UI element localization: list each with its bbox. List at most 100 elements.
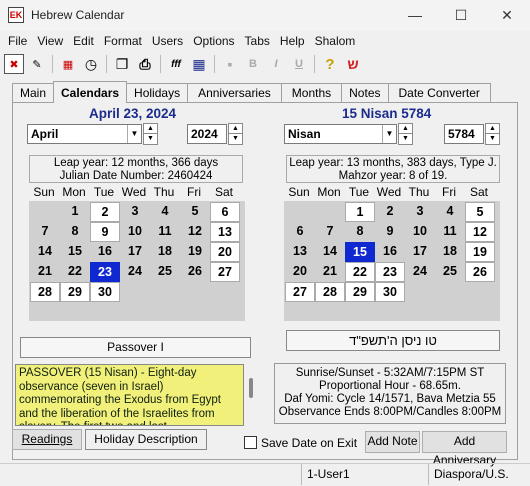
menu-users[interactable]: Users [148,34,187,48]
hebrew-day-cell[interactable]: 2 [375,202,405,222]
gregorian-day-cell[interactable]: 15 [60,242,90,262]
hebrew-day-cell[interactable]: 13 [285,242,315,262]
tab-anniversaries[interactable]: Anniversaries [187,83,282,103]
wand-icon[interactable]: ✎ [27,54,47,74]
gregorian-day-cell[interactable]: 3 [120,202,150,222]
minimize-button[interactable]: — [392,0,438,31]
hebrew-day-cell[interactable]: 19 [465,242,495,262]
gregorian-day-cell[interactable]: 7 [30,222,60,242]
tab-date-converter[interactable]: Date Converter [387,83,491,103]
gregorian-day-cell[interactable]: 2 [90,202,120,222]
gregorian-day-cell[interactable]: 9 [90,222,120,242]
gregorian-day-cell[interactable]: 19 [180,242,210,262]
gregorian-day-cell[interactable]: 17 [120,242,150,262]
close-button[interactable]: ✕ [484,0,530,31]
help-icon[interactable]: ? [320,54,340,74]
hebrew-day-cell[interactable]: 11 [435,222,465,242]
gregorian-day-cell[interactable]: 1 [60,202,90,222]
chevron-down-icon[interactable]: ▼ [382,125,396,143]
menu-view[interactable]: View [33,34,67,48]
gregorian-day-cell[interactable]: 5 [180,202,210,222]
gregorian-day-cell[interactable]: 22 [60,262,90,282]
print-icon[interactable]: ⎙ [135,54,155,74]
hebrew-day-cell[interactable]: 7 [315,222,345,242]
chevron-down-icon[interactable]: ▼ [127,125,141,143]
hebrew-day-cell[interactable]: 29 [345,282,375,302]
spin-up-icon[interactable]: ▲ [399,124,412,134]
hebrew-day-cell[interactable]: 6 [285,222,315,242]
gregorian-day-cell[interactable]: 4 [150,202,180,222]
shalom-icon[interactable]: ש [343,54,363,74]
gregorian-day-cell[interactable]: 27 [210,262,240,282]
tab-main[interactable]: Main [12,83,55,103]
copy-icon[interactable]: ❐ [112,54,132,74]
gregorian-day-cell[interactable]: 8 [60,222,90,242]
menu-edit[interactable]: Edit [69,34,98,48]
tab-notes[interactable]: Notes [341,83,389,103]
spin-up-icon[interactable]: ▲ [486,124,499,134]
add-note-button[interactable]: Add Note [365,431,420,453]
hebrew-day-cell[interactable]: 3 [405,202,435,222]
hebrew-year-spinner[interactable]: ▲ ▼ [485,123,500,145]
spin-down-icon[interactable]: ▼ [144,134,157,144]
menu-file[interactable]: File [4,34,31,48]
tab-holidays[interactable]: Holidays [126,83,189,103]
save-date-checkbox[interactable] [244,436,257,449]
add-anniversary-button[interactable]: Add Anniversary [422,431,507,467]
hebrew-year-field[interactable]: 5784 [444,124,484,144]
hebrew-day-cell[interactable]: 23 [375,262,405,282]
menu-shalom[interactable]: Shalom [311,34,360,48]
hebrew-day-cell[interactable]: 26 [465,262,495,282]
gregorian-day-cell[interactable]: 10 [120,222,150,242]
menu-help[interactable]: Help [276,34,309,48]
save-date-label[interactable]: Save Date on Exit [261,436,357,450]
gregorian-day-cell[interactable]: 26 [180,262,210,282]
spin-down-icon[interactable]: ▼ [229,134,242,144]
menu-options[interactable]: Options [189,34,238,48]
tab-calendars[interactable]: Calendars [53,81,128,103]
hebrew-day-cell[interactable]: 14 [315,242,345,262]
gregorian-day-cell[interactable]: 21 [30,262,60,282]
gregorian-day-cell[interactable]: 24 [120,262,150,282]
holiday-description-button[interactable]: Holiday Description [85,429,207,450]
hebrew-day-cell[interactable]: 10 [405,222,435,242]
gregorian-day-cell[interactable]: 30 [90,282,120,302]
gregorian-day-cell[interactable]: 14 [30,242,60,262]
gregorian-day-cell[interactable]: 13 [210,222,240,242]
gregorian-day-cell[interactable]: 28 [30,282,60,302]
hebrew-day-cell[interactable]: 30 [375,282,405,302]
readings-button[interactable]: Readings [12,429,82,450]
clock-icon[interactable]: ◷ [81,54,101,74]
calendar-exit-icon[interactable]: ▦ [58,54,78,74]
menu-tabs[interactable]: Tabs [241,34,274,48]
gregorian-day-cell[interactable]: 25 [150,262,180,282]
grid-icon[interactable]: ▦ [189,54,209,74]
hebrew-day-cell[interactable]: 25 [435,262,465,282]
scroll-thumb[interactable] [249,378,253,398]
spin-up-icon[interactable]: ▲ [229,124,242,134]
hebrew-day-cell[interactable]: 20 [285,262,315,282]
save-icon[interactable]: ▪ [220,54,240,74]
gregorian-day-cell[interactable]: 23 [90,262,120,282]
hebrew-day-cell[interactable]: 27 [285,282,315,302]
spin-down-icon[interactable]: ▼ [399,134,412,144]
gregorian-year-spinner[interactable]: ▲ ▼ [228,123,243,145]
gregorian-day-cell[interactable]: 6 [210,202,240,222]
gregorian-month-spinner[interactable]: ▲ ▼ [143,123,158,145]
gregorian-day-cell[interactable]: 29 [60,282,90,302]
hebrew-day-cell[interactable]: 18 [435,242,465,262]
gregorian-year-field[interactable]: 2024 [187,124,227,144]
gregorian-day-cell[interactable]: 18 [150,242,180,262]
hebrew-day-cell[interactable]: 28 [315,282,345,302]
hebrew-day-cell[interactable]: 8 [345,222,375,242]
exit-icon[interactable]: ✖ [4,54,24,74]
hebrew-day-cell[interactable]: 12 [465,222,495,242]
spin-up-icon[interactable]: ▲ [144,124,157,134]
spin-down-icon[interactable]: ▼ [486,134,499,144]
gregorian-day-cell[interactable]: 16 [90,242,120,262]
tab-months[interactable]: Months [280,83,343,103]
hebrew-day-cell[interactable]: 22 [345,262,375,282]
italic-icon[interactable]: I [266,54,286,74]
font-icon[interactable]: fff [166,54,186,74]
gregorian-day-cell[interactable]: 11 [150,222,180,242]
